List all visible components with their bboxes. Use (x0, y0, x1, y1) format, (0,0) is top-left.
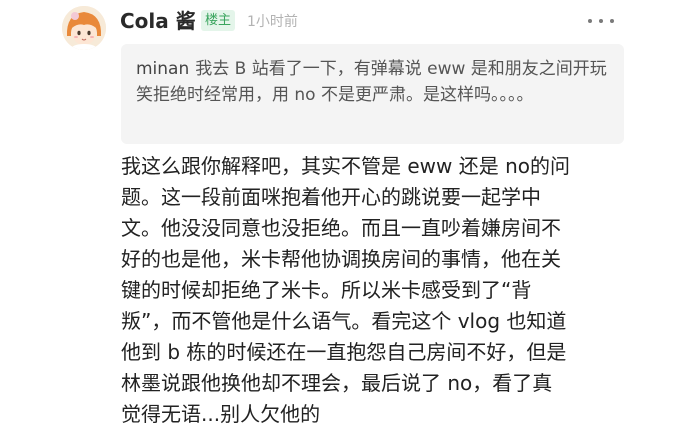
content-line: 林墨说跟他换他却不理会，最后说了 no，看了真 (121, 371, 553, 395)
content-line: 觉得无语...别人欠他的 (121, 402, 321, 426)
post-timestamp: 1小时前 (247, 14, 298, 30)
dot (588, 19, 592, 23)
content-line: 我这么跟你解释吧，其实不管是 eww 还是 no的问 (121, 154, 571, 178)
content-line: 好的也是他，米卡帮他协调换房间的事情，他在关 (121, 247, 561, 271)
author-name[interactable]: Cola 酱 (120, 8, 196, 34)
content-line: 键的时候却拒绝了米卡。所以米卡感受到了“背 (121, 278, 532, 302)
anime-avatar-icon (62, 6, 106, 50)
quoted-text: 我去 B 站看了一下，有弹幕说 eww 是和朋友之间开玩笑拒绝时经常用，用 no… (136, 59, 607, 105)
more-dots-icon[interactable] (588, 14, 614, 28)
post-content: 我这么跟你解释吧，其实不管是 eww 还是 no的问 题。这一段前面咪抱着他开心… (121, 151, 627, 430)
content-line: 叛”，而不管他是什么语气。看完这个 vlog 也知道 (121, 309, 567, 333)
op-badge: 楼主 (201, 10, 236, 31)
quoted-reply[interactable]: minan 我去 B 站看了一下，有弹幕说 eww 是和朋友之间开玩笑拒绝时经常用… (121, 44, 624, 144)
quoted-username[interactable]: minan (136, 59, 189, 79)
author-avatar[interactable] (62, 6, 106, 50)
content-line: 文。他没没同意也没拒绝。而且一直吵着嫌房间不 (121, 216, 561, 240)
dot (610, 19, 614, 23)
content-line: 题。这一段前面咪抱着他开心的跳说要一起学中 (121, 185, 541, 209)
dot (599, 19, 603, 23)
content-line: 他到 b 栋的时候还在一直抱怨自己房间不好，但是 (121, 340, 567, 364)
